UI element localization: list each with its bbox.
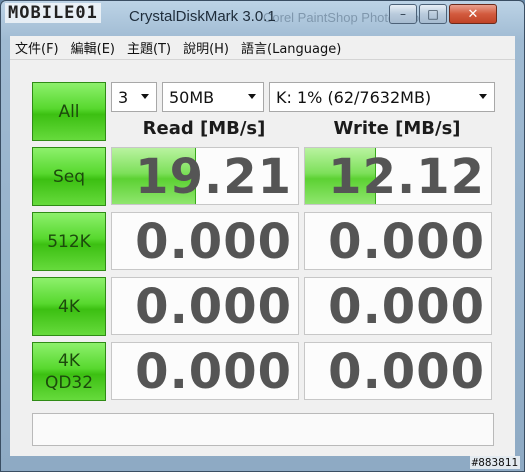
read-result-1: 0.000 (111, 212, 299, 270)
read-result-3: 0.000 (111, 342, 299, 400)
write-result-1: 0.000 (304, 212, 492, 270)
menu-edit[interactable]: 編輯(E) (66, 38, 120, 57)
write-value: 0.000 (328, 344, 485, 400)
main-panel: All 3 50MB K: 1% (62/7632MB) Read [MB/s]… (10, 60, 515, 456)
menu-bar: 文件(F) 編輯(E) 主題(T) 說明(H) 語言(Language) (10, 36, 515, 60)
menu-file[interactable]: 文件(F) (10, 38, 64, 57)
test-button-seq[interactable]: Seq (32, 147, 106, 206)
chevron-down-icon (248, 94, 256, 99)
test-count-select[interactable]: 3 (111, 82, 157, 112)
status-bar (32, 413, 494, 446)
write-result-2: 0.000 (304, 277, 492, 335)
test-size-select[interactable]: 50MB (162, 82, 264, 112)
write-value: 0.000 (328, 214, 485, 270)
write-column-header: Write [MB/s] (333, 118, 461, 139)
test-button-512k[interactable]: 512K (32, 212, 106, 271)
chevron-down-icon (141, 94, 149, 99)
menu-help[interactable]: 說明(H) (178, 38, 234, 57)
title-bar[interactable]: Corel PaintShop Photo Pro X3 CrystalDisk… (1, 1, 524, 35)
minimize-button[interactable]: – (389, 4, 417, 24)
run-all-button[interactable]: All (32, 82, 106, 141)
read-result-0: 19.21 (111, 147, 299, 205)
app-window: Corel PaintShop Photo Pro X3 CrystalDisk… (0, 0, 525, 472)
drive-select[interactable]: K: 1% (62/7632MB) (269, 82, 495, 112)
chevron-down-icon (479, 94, 487, 99)
corner-watermark: #883811 (469, 456, 520, 469)
drive-value: K: 1% (62/7632MB) (276, 87, 432, 107)
read-value: 19.21 (135, 149, 292, 205)
test-button-4k[interactable]: 4K (32, 277, 106, 336)
read-value: 0.000 (135, 279, 292, 335)
test-size-value: 50MB (169, 87, 215, 107)
watermark-logo: MOBILE01 (5, 3, 101, 23)
test-button-4k-qd32[interactable]: 4K QD32 (32, 342, 106, 401)
write-value: 12.12 (328, 149, 485, 205)
read-value: 0.000 (135, 344, 292, 400)
write-value: 0.000 (328, 279, 485, 335)
read-column-header: Read [MB/s] (142, 118, 266, 139)
close-button[interactable]: ✕ (449, 4, 497, 24)
menu-language[interactable]: 語言(Language) (236, 38, 346, 57)
menu-theme[interactable]: 主題(T) (122, 38, 176, 57)
test-count-value: 3 (118, 87, 129, 107)
maximize-button[interactable]: □ (419, 4, 447, 24)
window-title: CrystalDiskMark 3.0.1 (129, 8, 276, 25)
read-value: 0.000 (135, 214, 292, 270)
write-result-0: 12.12 (304, 147, 492, 205)
read-result-2: 0.000 (111, 277, 299, 335)
write-result-3: 0.000 (304, 342, 492, 400)
